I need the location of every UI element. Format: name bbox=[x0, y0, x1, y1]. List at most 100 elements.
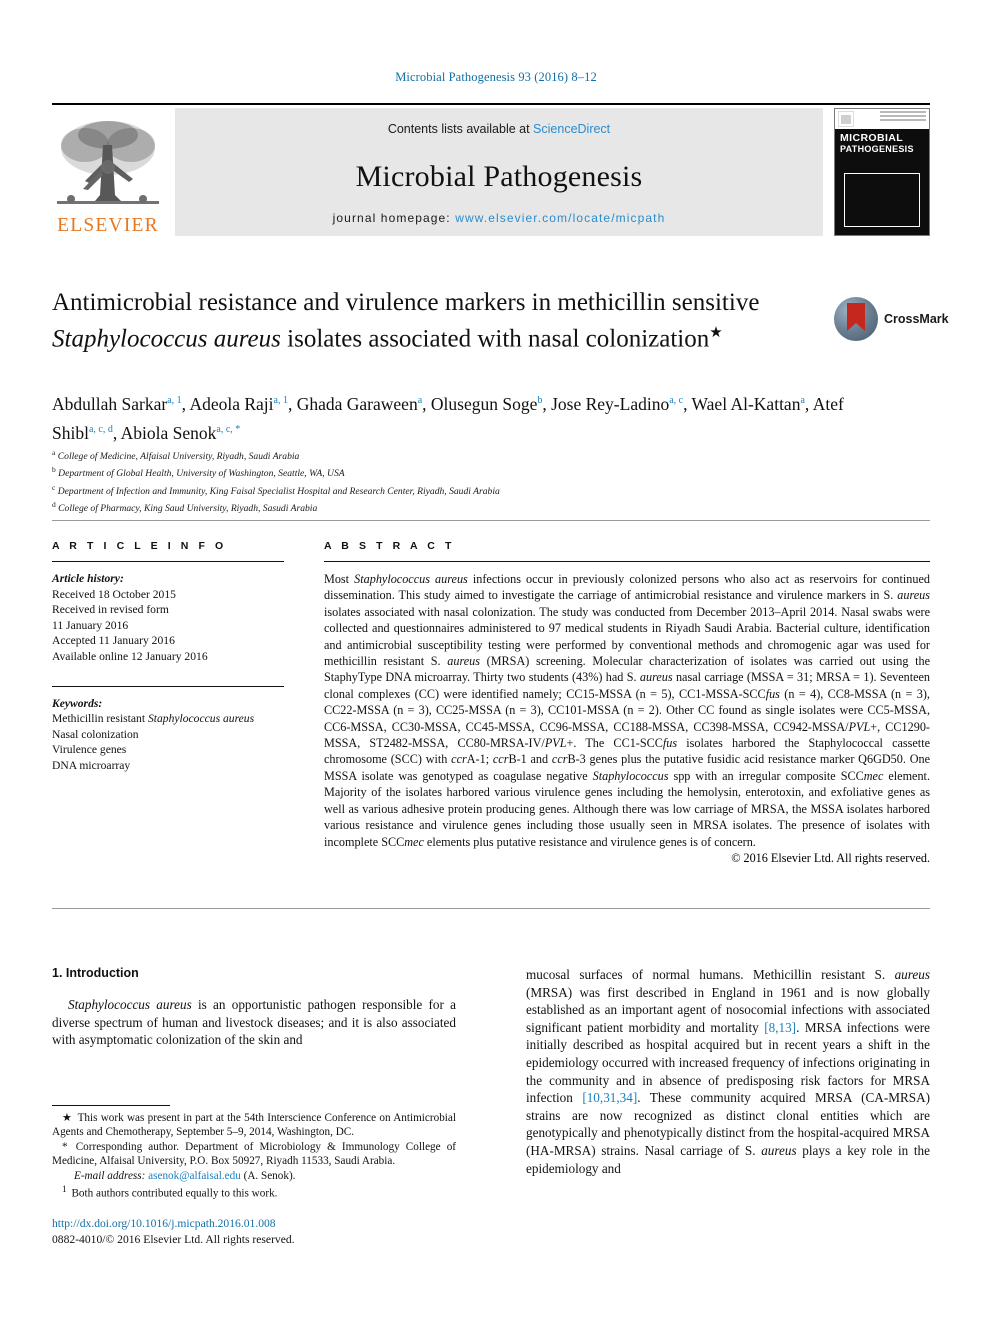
affiliation-item: a College of Medicine, Alfaisal Universi… bbox=[52, 446, 852, 463]
title-part1: Antimicrobial resistance and virulence m… bbox=[52, 289, 760, 316]
journal-title: Microbial Pathogenesis bbox=[355, 160, 643, 193]
crossmark-label: CrossMark bbox=[884, 312, 949, 326]
cover-top-strip bbox=[835, 109, 929, 129]
author-affiliation-marks: a, c, * bbox=[216, 423, 241, 435]
history-item: Received in revised form bbox=[52, 603, 169, 617]
keyword-item: Methicillin resistant Staphylococcus aur… bbox=[52, 712, 255, 726]
keyword-item: DNA microarray bbox=[52, 758, 131, 772]
affiliation-mark: c bbox=[52, 482, 56, 492]
issn-copyright-line: 0882-4010/© 2016 Elsevier Ltd. All right… bbox=[52, 1232, 295, 1246]
footnote-corresponding: * Corresponding author. Department of Mi… bbox=[52, 1140, 456, 1169]
affiliation-text: College of Medicine, Alfaisal University… bbox=[57, 451, 300, 463]
affiliation-text: Department of Infection and Immunity, Ki… bbox=[57, 485, 500, 497]
doi-block: http://dx.doi.org/10.1016/j.micpath.2016… bbox=[52, 1216, 472, 1247]
abstract-rule bbox=[324, 561, 930, 562]
author-affiliation-marks: a, c bbox=[669, 395, 684, 406]
keywords-block: Keywords: Methicillin resistant Staphylo… bbox=[52, 696, 284, 774]
footnote-email: E-mail address: asenok@alfaisal.edu (A. … bbox=[52, 1169, 456, 1183]
email-address-label: E-mail address: bbox=[74, 1169, 146, 1182]
journal-masthead: ELSEVIER Contents lists available at Sci… bbox=[52, 103, 930, 236]
crossmark-badge[interactable]: CrossMark bbox=[834, 291, 949, 347]
abstract-text: Most Staphylococcus aureus infections oc… bbox=[324, 572, 931, 849]
abstract-section: A B S T R A C T Most Staphylococcus aure… bbox=[324, 540, 930, 866]
affiliation-text: Department of Global Health, University … bbox=[58, 468, 345, 480]
author-affiliation-marks: a, 1 bbox=[273, 395, 288, 406]
footnote-star-marker: ★ bbox=[62, 1112, 73, 1124]
running-head: Microbial Pathogenesis 93 (2016) 8–12 bbox=[395, 70, 597, 84]
footnotes-section: ★ This work was present in part at the 5… bbox=[52, 1105, 456, 1201]
article-info-heading: A R T I C L E I N F O bbox=[52, 540, 227, 552]
article-history-block: Article history: Received 18 October 201… bbox=[52, 571, 284, 665]
title-block: Antimicrobial resistance and virulence m… bbox=[52, 287, 842, 354]
footnote-equal-text: Both authors contributed equally to this… bbox=[71, 1187, 278, 1200]
history-item: 11 January 2016 bbox=[52, 618, 129, 632]
homepage-prefix: journal homepage: bbox=[332, 211, 456, 225]
introduction-heading: 1. Introduction bbox=[52, 966, 139, 980]
author-affiliation-marks: a, 1 bbox=[167, 395, 182, 406]
cover-body: MICROBIAL PATHOGENESIS bbox=[835, 129, 929, 235]
affiliation-item: c Department of Infection and Immunity, … bbox=[52, 481, 852, 498]
divider-below-abstract bbox=[52, 908, 930, 909]
affiliation-mark: a bbox=[52, 448, 56, 457]
article-info-rule bbox=[52, 561, 284, 562]
author-name[interactable]: Abiola Senok bbox=[121, 423, 217, 443]
affiliation-item: b Department of Global Health, Universit… bbox=[52, 463, 852, 480]
author-affiliation-marks: a bbox=[417, 395, 423, 406]
footnote-equal-contribution: 1 Both authors contributed equally to th… bbox=[52, 1183, 456, 1201]
title-species: Staphylococcus aureus bbox=[52, 325, 281, 353]
author-name[interactable]: Ghada Garaween bbox=[297, 394, 418, 414]
author-name[interactable]: Olusegun Soge bbox=[431, 394, 537, 414]
elsevier-tree-icon bbox=[57, 120, 159, 204]
journal-band: Contents lists available at ScienceDirec… bbox=[175, 108, 823, 236]
author-name[interactable]: Adeola Raji bbox=[189, 394, 273, 414]
contents-prefix: Contents lists available at bbox=[387, 122, 534, 136]
email-link[interactable]: asenok@alfaisal.edu bbox=[148, 1170, 241, 1182]
author-list: Abdullah Sarkara, 1, Adeola Rajia, 1, Gh… bbox=[52, 393, 844, 443]
title-footnote-marker[interactable]: ★ bbox=[709, 325, 722, 341]
abstract-copyright: © 2016 Elsevier Ltd. All rights reserved… bbox=[731, 850, 930, 865]
cover-title: MICROBIAL PATHOGENESIS bbox=[840, 133, 924, 155]
introduction-paragraph: Staphylococcus aureus is an opportunisti… bbox=[52, 997, 456, 1048]
title-part2: isolates associated with nasal colonizat… bbox=[280, 325, 710, 353]
homepage-url-link[interactable]: www.elsevier.com/locate/micpath bbox=[455, 211, 665, 225]
footnote-star-text: This work was present in part at the 54t… bbox=[52, 1112, 456, 1139]
introduction-left-column: 1. Introduction Staphylococcus aureus is… bbox=[52, 966, 456, 1049]
article-info-section: A R T I C L E I N F O Article history: R… bbox=[52, 540, 284, 774]
cover-meta-lines bbox=[880, 111, 926, 129]
affiliation-mark: b bbox=[52, 465, 56, 475]
history-item: Available online 12 January 2016 bbox=[52, 649, 208, 663]
keyword-item: Virulence genes bbox=[52, 743, 127, 757]
affiliation-text: College of Pharmacy, King Saud Universit… bbox=[58, 503, 318, 515]
article-history-label: Article history: bbox=[52, 572, 124, 585]
abstract-heading: A B S T R A C T bbox=[324, 540, 455, 552]
author-affiliation-marks: b bbox=[537, 395, 543, 406]
sciencedirect-link[interactable]: ScienceDirect bbox=[533, 122, 610, 136]
journal-homepage-line: journal homepage: www.elsevier.com/locat… bbox=[333, 211, 666, 225]
affiliation-item: d College of Pharmacy, King Saud Univers… bbox=[52, 498, 852, 515]
author-name[interactable]: Abdullah Sarkar bbox=[52, 394, 167, 414]
cover-elsevier-icon bbox=[838, 111, 854, 127]
doi-link[interactable]: http://dx.doi.org/10.1016/j.micpath.2016… bbox=[52, 1216, 472, 1232]
affiliation-mark: d bbox=[52, 500, 56, 510]
citation-link[interactable]: [8,13] bbox=[764, 1020, 796, 1035]
introduction-paragraph-continued: mucosal surfaces of normal humans. Methi… bbox=[526, 967, 930, 1176]
elsevier-wordmark: ELSEVIER bbox=[57, 214, 159, 236]
citation-link[interactable]: [10,31,34] bbox=[582, 1090, 637, 1105]
contents-available-line: Contents lists available at ScienceDirec… bbox=[388, 122, 610, 136]
footnote-equal-marker: 1 bbox=[62, 1185, 67, 1196]
author-affiliation-marks: a, c, d bbox=[88, 423, 113, 435]
divider-above-abstract bbox=[52, 520, 930, 521]
journal-cover-thumbnail: MICROBIAL PATHOGENESIS bbox=[834, 108, 930, 236]
cover-title-line2: PATHOGENESIS bbox=[840, 144, 914, 154]
history-item: Received 18 October 2015 bbox=[52, 587, 176, 601]
page-title: Antimicrobial resistance and virulence m… bbox=[52, 287, 842, 354]
cover-micrograph-image bbox=[844, 173, 920, 227]
author-name[interactable]: Wael Al-Kattan bbox=[692, 394, 801, 414]
author-name[interactable]: Jose Rey-Ladino bbox=[551, 394, 669, 414]
history-item: Accepted 11 January 2016 bbox=[52, 634, 175, 648]
introduction-right-column: mucosal surfaces of normal humans. Methi… bbox=[526, 966, 930, 1177]
cover-title-line1: MICROBIAL bbox=[840, 132, 904, 144]
keyword-item: Nasal colonization bbox=[52, 727, 139, 741]
paper-page: Microbial Pathogenesis 93 (2016) 8–12 EL… bbox=[0, 0, 992, 1323]
email-suffix: (A. Senok). bbox=[240, 1169, 296, 1182]
